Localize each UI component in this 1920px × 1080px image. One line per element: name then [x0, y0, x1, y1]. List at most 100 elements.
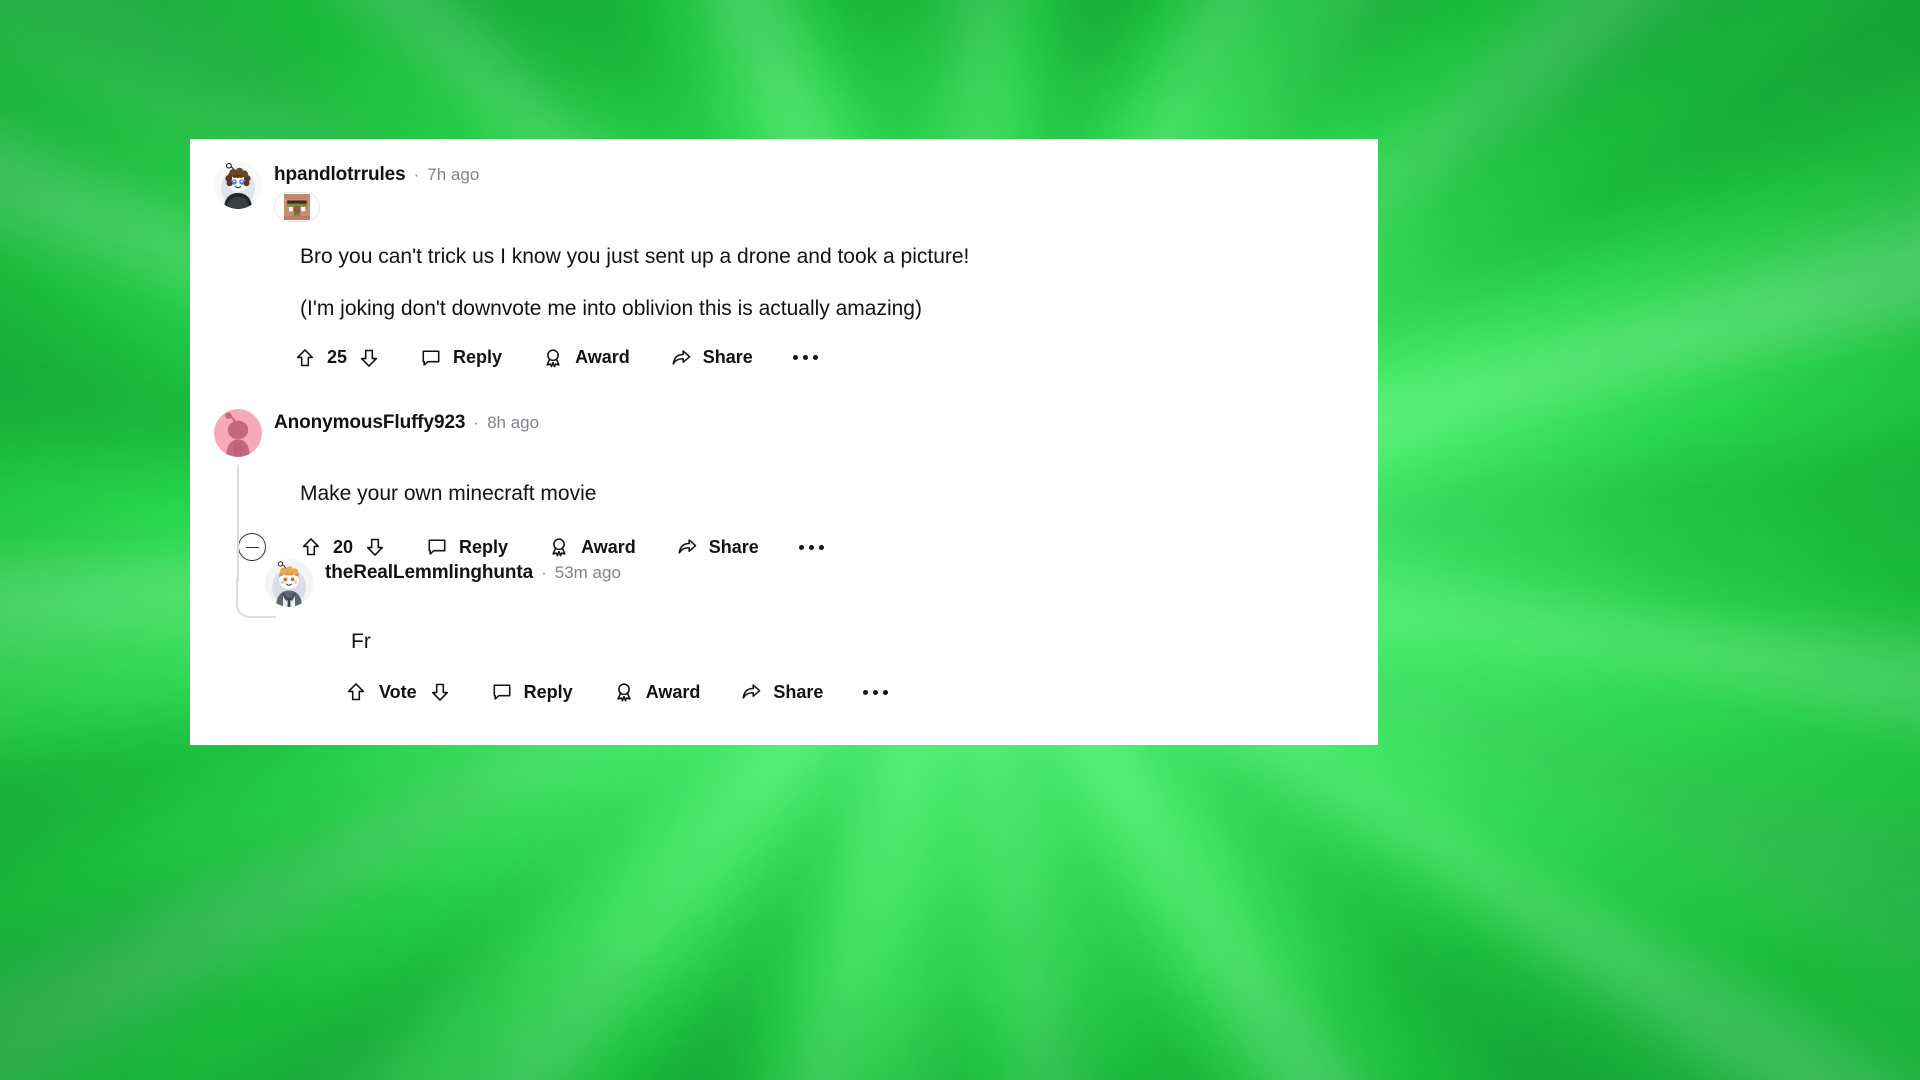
- award-ribbon-icon: [552, 538, 566, 557]
- downvote-arrow-icon: [366, 539, 384, 557]
- comment-paragraph: (I'm joking don't downvote me into obliv…: [300, 297, 922, 321]
- vote-count: 25: [327, 347, 348, 368]
- speech-bubble-icon: [493, 684, 511, 701]
- vote-group: Vote: [345, 681, 451, 703]
- reply-label: Reply: [459, 536, 509, 557]
- avatar[interactable]: [265, 559, 313, 607]
- share-arrow-icon: [672, 350, 691, 365]
- overflow-dot: [873, 689, 879, 695]
- user-flair-badge[interactable]: [274, 192, 320, 222]
- overflow-dot: [883, 689, 889, 695]
- share-button[interactable]: Share: [676, 536, 759, 558]
- comment-thread-card: hpandlotrrules · 7h ago Bro you can't tr…: [190, 139, 1378, 745]
- comment-item: AnonymousFluffy923 · 8h ago Make your ow…: [214, 409, 1354, 618]
- downvote-button[interactable]: [429, 681, 451, 703]
- share-button[interactable]: Share: [670, 347, 753, 369]
- comment-item: theRealLemmlinghunta · 53m ago Fr Vote R…: [265, 559, 1345, 703]
- vote-group: 25: [294, 347, 380, 369]
- upvote-button[interactable]: [294, 347, 316, 369]
- collapse-minus-icon: [245, 546, 259, 549]
- avatar-wrapper[interactable]: [214, 161, 262, 209]
- share-arrow-icon: [678, 539, 697, 555]
- share-label: Share: [708, 536, 759, 557]
- comment-action-bar: 25 Reply Award Share: [294, 347, 1354, 369]
- meta-separator: ·: [473, 413, 480, 432]
- downvote-button[interactable]: [358, 347, 380, 369]
- award-button[interactable]: Award: [548, 536, 636, 558]
- share-label: Share: [702, 347, 753, 368]
- overflow-dot: [792, 355, 798, 361]
- comment-paragraph: Bro you can't trick us I know you just s…: [300, 245, 970, 268]
- share-label: Share: [773, 681, 824, 702]
- avatar[interactable]: [214, 161, 262, 209]
- comment-author-username[interactable]: theRealLemmlinghunta: [325, 562, 533, 584]
- award-ribbon-icon: [617, 683, 631, 702]
- reply-label: Reply: [523, 681, 573, 702]
- upvote-arrow-icon: [302, 538, 320, 556]
- overflow-dot: [818, 544, 824, 550]
- downvote-arrow-icon: [360, 349, 378, 367]
- comment-timestamp: 53m ago: [554, 563, 621, 582]
- comment-author-username[interactable]: AnonymousFluffy923: [274, 412, 466, 434]
- reply-button[interactable]: Reply: [426, 536, 508, 558]
- comment-body: Bro you can't trick us I know you just s…: [300, 242, 1354, 325]
- overflow-menu-button[interactable]: [863, 689, 889, 695]
- award-label: Award: [575, 347, 630, 368]
- minecraft-villager-flair-icon: [284, 194, 310, 220]
- reply-button[interactable]: Reply: [491, 681, 573, 703]
- award-ribbon-icon: [546, 349, 560, 368]
- vote-count: Vote: [379, 681, 417, 702]
- avatar[interactable]: [214, 409, 262, 457]
- overflow-dot: [863, 689, 869, 695]
- comment-timestamp: 8h ago: [487, 413, 540, 432]
- comment-author-line: hpandlotrrules · 7h ago: [274, 164, 479, 186]
- upvote-arrow-icon: [347, 683, 365, 701]
- overflow-dot: [798, 544, 804, 550]
- comment-meta: hpandlotrrules · 7h ago: [274, 161, 479, 222]
- comment-body: Fr: [351, 627, 1345, 657]
- award-label: Award: [581, 536, 636, 557]
- overflow-menu-button[interactable]: [792, 355, 818, 361]
- speech-bubble-icon: [428, 539, 446, 556]
- upvote-button[interactable]: [345, 681, 367, 703]
- avatar-wrapper[interactable]: [214, 409, 262, 457]
- comment-paragraph: Make your own minecraft movie: [300, 482, 597, 505]
- comment-meta: theRealLemmlinghunta · 53m ago: [325, 559, 621, 584]
- comment-author-line: theRealLemmlinghunta · 53m ago: [325, 562, 621, 584]
- upvote-button[interactable]: [300, 536, 322, 558]
- overflow-dot: [808, 544, 814, 550]
- snoo-brown-curly-hair-black-outfit-icon: [214, 161, 262, 209]
- avatar-wrapper[interactable]: [265, 559, 313, 607]
- comment-paragraph: Fr: [351, 630, 371, 653]
- award-label: Award: [645, 681, 701, 702]
- meta-separator: ·: [413, 165, 420, 184]
- collapse-thread-button[interactable]: [238, 533, 266, 562]
- speech-bubble-icon: [422, 350, 440, 366]
- snoo-pink-silhouette-icon: [214, 409, 262, 457]
- overflow-dot: [802, 355, 808, 361]
- comment-action-bar: 20 Reply Award Share: [238, 533, 1354, 562]
- comment-item: hpandlotrrules · 7h ago Bro you can't tr…: [214, 161, 1354, 369]
- vote-count: 20: [333, 536, 354, 557]
- comment-meta: AnonymousFluffy923 · 8h ago: [274, 409, 539, 434]
- thread-line: [237, 465, 239, 581]
- comment-action-bar: Vote Reply Award Share: [345, 681, 1345, 703]
- award-button[interactable]: Award: [542, 347, 630, 369]
- snoo-blonde-hair-suit-icon: [265, 559, 313, 607]
- share-arrow-icon: [742, 684, 761, 700]
- award-button[interactable]: Award: [613, 681, 701, 703]
- meta-separator: ·: [541, 563, 547, 582]
- share-button[interactable]: Share: [740, 681, 823, 703]
- overflow-menu-button[interactable]: [798, 544, 824, 550]
- comment-header: hpandlotrrules · 7h ago: [214, 161, 1354, 222]
- comment-body: Make your own minecraft movie: [300, 479, 1354, 509]
- reply-button[interactable]: Reply: [420, 347, 502, 369]
- overflow-dot: [812, 355, 818, 361]
- comment-timestamp: 7h ago: [427, 165, 480, 184]
- vote-group: 20: [300, 536, 386, 558]
- reply-label: Reply: [453, 347, 503, 368]
- comment-author-line: AnonymousFluffy923 · 8h ago: [274, 412, 539, 434]
- downvote-button[interactable]: [364, 536, 386, 558]
- downvote-arrow-icon: [431, 684, 448, 702]
- comment-author-username[interactable]: hpandlotrrules: [274, 164, 406, 186]
